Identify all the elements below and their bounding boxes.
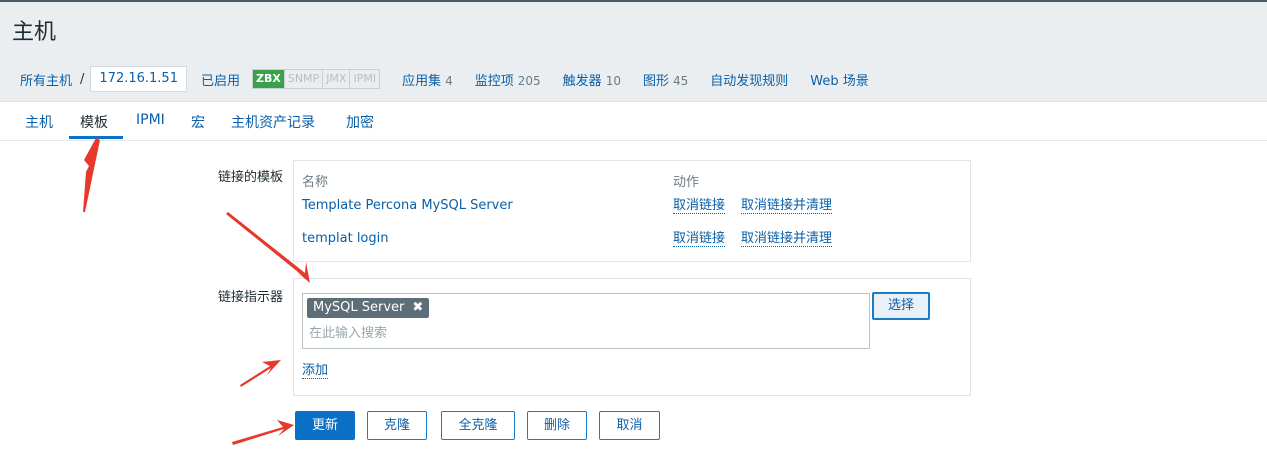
- unlink-and-clear-link[interactable]: 取消链接并清理: [741, 231, 833, 247]
- nav-web-scenarios[interactable]: Web 场景: [810, 70, 868, 89]
- availability-snmp: SNMP: [283, 70, 322, 88]
- tab-templates[interactable]: 模板: [80, 112, 108, 132]
- update-button[interactable]: 更新: [295, 411, 355, 440]
- remove-icon[interactable]: ✖: [412, 300, 423, 315]
- top-border: [0, 0, 1267, 2]
- active-tab-indicator: [69, 136, 123, 139]
- selected-template-label: MySQL Server: [313, 300, 405, 315]
- availability-ipmi: IPMI: [349, 70, 379, 88]
- delete-button[interactable]: 删除: [527, 411, 587, 440]
- add-link[interactable]: 添加: [302, 363, 329, 379]
- link-new-templates-label: 链接指示器: [217, 290, 283, 305]
- tab-encryption[interactable]: 加密: [346, 112, 374, 132]
- nav-items-label: 监控项: [474, 73, 514, 89]
- nav-triggers[interactable]: 触发器 10: [563, 70, 621, 89]
- nav-items-count: 205: [517, 73, 541, 88]
- selected-template-chip: MySQL Server ✖: [307, 298, 430, 318]
- full-clone-button[interactable]: 全克隆: [441, 411, 515, 440]
- availability-zbx: ZBX: [253, 70, 284, 88]
- clone-button[interactable]: 克隆: [367, 411, 427, 440]
- host-status-enabled[interactable]: 已启用: [201, 70, 240, 89]
- unlink-and-clear-link[interactable]: 取消链接并清理: [741, 198, 833, 214]
- column-name-header: 名称: [302, 175, 329, 190]
- nav-triggers-count: 10: [605, 73, 621, 88]
- unlink-link[interactable]: 取消链接: [673, 231, 726, 247]
- link-new-templates-box: MySQL Server ✖ 选择 添加: [293, 278, 971, 396]
- availability-badges: ZBX SNMP JMX IPMI: [252, 69, 381, 89]
- host-form-panel: 主机 模板 IPMI 宏 主机资产记录 加密 链接的模板 名称 动作 Templ…: [0, 101, 1267, 462]
- unlink-link[interactable]: 取消链接: [673, 198, 726, 214]
- tab-bar: 主机 模板 IPMI 宏 主机资产记录 加密: [0, 102, 1267, 141]
- cancel-button[interactable]: 取消: [599, 411, 660, 440]
- template-search-input[interactable]: [309, 323, 849, 343]
- template-name-link[interactable]: Template Percona MySQL Server: [302, 198, 513, 213]
- nav-triggers-label: 触发器: [562, 73, 602, 89]
- breadcrumb: 所有主机 / 172.16.1.51 已启用 ZBX SNMP JMX IPMI…: [12, 66, 869, 92]
- nav-graphs[interactable]: 图形 45: [643, 70, 688, 89]
- nav-applications-label: 应用集: [402, 73, 442, 89]
- nav-items[interactable]: 监控项 205: [475, 70, 541, 89]
- template-multiselect[interactable]: MySQL Server ✖: [302, 293, 870, 349]
- nav-graphs-count: 45: [672, 73, 689, 88]
- template-name-link[interactable]: templat login: [302, 231, 389, 246]
- linked-templates-label: 链接的模板: [217, 170, 283, 185]
- page-title: 主机: [12, 20, 57, 45]
- tab-macros[interactable]: 宏: [191, 112, 205, 132]
- nav-applications-count: 4: [445, 73, 453, 88]
- tab-ipmi[interactable]: IPMI: [136, 112, 165, 128]
- breadcrumb-all-hosts[interactable]: 所有主机: [20, 70, 72, 89]
- nav-graphs-label: 图形: [642, 73, 669, 89]
- nav-applications[interactable]: 应用集 4: [402, 70, 453, 89]
- breadcrumb-separator: /: [80, 71, 85, 87]
- column-action-header: 动作: [673, 175, 700, 190]
- tab-inventory[interactable]: 主机资产记录: [231, 112, 315, 132]
- nav-discovery-rules[interactable]: 自动发现规则: [710, 70, 788, 89]
- tab-host[interactable]: 主机: [25, 112, 53, 132]
- breadcrumb-host[interactable]: 172.16.1.51: [90, 66, 187, 92]
- availability-jmx: JMX: [322, 70, 349, 88]
- linked-templates-table: 名称 动作 Template Percona MySQL Server 取消链接…: [293, 160, 971, 262]
- select-button[interactable]: 选择: [872, 292, 930, 320]
